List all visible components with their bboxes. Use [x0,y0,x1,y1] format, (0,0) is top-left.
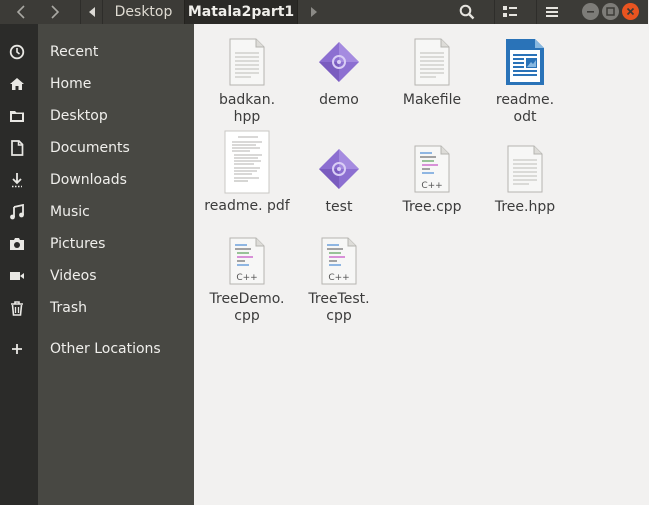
file-item[interactable]: C++ TreeTest. cpp [293,237,385,325]
file-item[interactable]: readme. odt [479,38,571,126]
menu-button[interactable] [536,0,566,24]
minimize-button[interactable] [582,3,599,20]
sidebar-item-home[interactable]: Home [0,68,194,100]
file-item[interactable]: demo [293,38,385,109]
search-icon [459,4,475,20]
executable-icon [315,145,363,193]
sidebar-item-label: Other Locations [50,341,161,357]
file-name: demo [319,92,359,108]
trash-icon [7,298,27,318]
video-icon [7,266,27,286]
sidebar-item-label: Downloads [50,172,127,188]
document-icon [7,138,27,158]
text-file-icon [501,145,549,193]
sidebar-item-label: Pictures [50,236,106,252]
chevron-left-icon [16,5,25,19]
writer-document-icon [501,38,549,86]
folder-icon [7,106,27,126]
sidebar-item-pictures[interactable]: Pictures [0,228,194,260]
triangle-left-icon [88,7,95,17]
pdf-thumbnail-icon [223,130,271,196]
file-name: Tree.cpp [402,199,462,215]
svg-text:C++: C++ [236,273,257,283]
file-name: test [325,199,353,215]
plus-icon [7,339,27,359]
triangle-right-icon [311,7,317,17]
path-scroll-right-button[interactable] [300,0,328,24]
svg-text:C++: C++ [421,181,442,191]
file-name: TreeDemo. cpp [209,291,285,324]
camera-icon [7,234,27,254]
music-icon [7,202,27,222]
sidebar-item-label: Trash [50,300,87,316]
sidebar-item-music[interactable]: Music [0,196,194,228]
file-name: Tree.hpp [494,199,556,215]
sidebar-item-label: Home [50,76,92,92]
cpp-file-icon: C++ [408,145,456,193]
list-view-icon [502,6,517,17]
text-file-icon [408,38,456,86]
sidebar-item-videos[interactable]: Videos [0,260,194,292]
file-manager-window: Desktop Matala2part1 Recent Home Desktop… [0,0,652,505]
sidebar-item-label: Documents [50,140,130,156]
sidebar-item-downloads[interactable]: Downloads [0,164,194,196]
minimize-icon [587,11,594,13]
text-file-icon [223,38,271,86]
file-name: Makefile [402,92,462,108]
file-item[interactable]: C++ TreeDemo. cpp [201,237,293,325]
sidebar-item-desktop[interactable]: Desktop [0,100,194,132]
executable-icon [315,38,363,86]
sidebar-item-label: Desktop [50,108,108,124]
sidebar-item-trash[interactable]: Trash [0,292,194,324]
search-button[interactable] [452,0,482,24]
forward-button[interactable] [40,0,70,24]
file-item[interactable]: readme. pdf [201,130,293,215]
sidebar-item-label: Videos [50,268,97,284]
cpp-file-icon: C++ [223,237,271,285]
path-scroll-left-button[interactable] [80,0,102,24]
header-bar: Desktop Matala2part1 [0,0,648,24]
file-name: readme. pdf [204,198,290,214]
close-icon [626,7,635,16]
clock-icon [7,42,27,62]
sidebar-item-documents[interactable]: Documents [0,132,194,164]
close-button[interactable] [622,3,639,20]
home-icon [7,74,27,94]
file-name: readme. odt [495,92,555,125]
view-toggle-button[interactable] [494,0,524,24]
breadcrumb-current[interactable]: Matala2part1 [184,0,298,24]
file-item[interactable]: test [293,145,385,216]
sidebar-item-label: Recent [50,44,99,60]
svg-text:C++: C++ [328,273,349,283]
back-button[interactable] [6,0,36,24]
sidebar-item-recent[interactable]: Recent [0,36,194,68]
file-name: TreeTest. cpp [308,291,370,324]
breadcrumb-label: Desktop [114,4,173,20]
breadcrumb-label: Matala2part1 [187,4,295,20]
hamburger-menu-icon [545,7,558,17]
file-item[interactable]: C++ Tree.cpp [386,145,478,216]
file-item[interactable]: Makefile [386,38,478,109]
maximize-icon [606,7,615,16]
download-icon [7,170,27,190]
file-name: badkan. hpp [218,92,276,125]
cpp-file-icon: C++ [315,237,363,285]
breadcrumb-desktop[interactable]: Desktop [102,0,184,24]
sidebar-item-other-locations[interactable]: Other Locations [0,333,194,365]
file-item[interactable]: badkan. hpp [201,38,293,126]
file-item[interactable]: Tree.hpp [479,145,571,216]
chevron-right-icon [51,5,60,19]
maximize-button[interactable] [602,3,619,20]
sidebar-item-label: Music [50,204,90,220]
